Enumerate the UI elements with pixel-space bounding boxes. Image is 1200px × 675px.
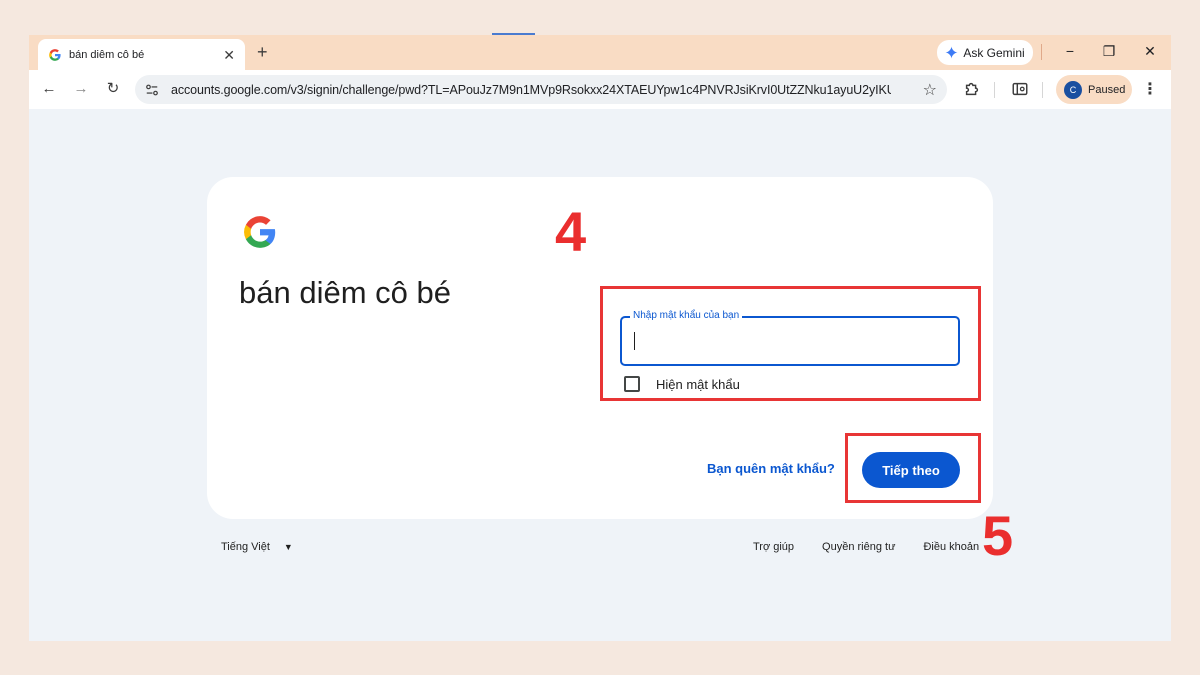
tabstrip-divider [1041,44,1042,60]
browser-menu-icon[interactable]: ⋮ [1142,79,1158,99]
window-close-icon[interactable]: ✕ [1140,41,1160,61]
reload-icon[interactable]: ↻ [103,79,123,99]
profile-avatar: C [1064,80,1082,99]
account-name-heading: bán diêm cô bé [239,275,451,310]
dropdown-caret-icon: ▼ [283,542,293,552]
footer-link-terms[interactable]: Điều khoản [923,541,979,553]
ask-gemini-button[interactable]: Ask Gemini [937,40,1033,65]
profile-paused-button[interactable]: C Paused [1056,75,1132,104]
ask-gemini-label: Ask Gemini [963,45,1025,60]
minimize-icon[interactable]: − [1060,41,1080,61]
next-highlight-box [845,433,981,503]
new-tab-button[interactable]: + [257,43,268,61]
footer-links: Trợ giúp Quyền riêng tư Điều khoản [753,541,979,553]
step-number-5: 5 [982,504,1014,567]
url-text[interactable]: accounts.google.com/v3/signin/challenge/… [171,83,891,97]
forward-arrow-icon[interactable]: → [71,79,91,99]
extensions-puzzle-icon[interactable] [963,80,981,98]
browser-window: bán diêm cô bé ✕ + Ask Gemini − ❐ ✕ ← → … [29,35,1171,641]
password-highlight-box [600,286,981,401]
tab-close-icon[interactable]: ✕ [223,48,235,62]
toolbar-divider [994,82,995,98]
forgot-password-link[interactable]: Bạn quên mật khẩu? [707,461,835,476]
site-settings-icon [146,84,158,95]
restore-icon[interactable]: ❐ [1099,41,1119,61]
language-selector[interactable]: Tiếng Việt ▼ [221,541,293,553]
google-logo-icon [244,216,276,248]
bookmark-star-icon[interactable]: ☆ [923,80,937,100]
footer-link-help[interactable]: Trợ giúp [753,541,794,553]
tab-title: bán diêm cô bé [69,48,145,61]
google-favicon-icon [49,48,61,61]
tab-strip: bán diêm cô bé ✕ + Ask Gemini − ❐ ✕ [29,35,1171,70]
reading-mode-icon[interactable] [1011,80,1029,98]
language-label: Tiếng Việt [221,541,270,553]
toolbar-divider-2 [1042,82,1043,98]
tab-signin[interactable]: bán diêm cô bé ✕ [38,39,245,70]
profile-status: Paused [1088,83,1126,96]
step-number-4: 4 [555,200,587,263]
back-arrow-icon[interactable]: ← [39,79,59,99]
browser-toolbar: ← → ↻ accounts.google.com/v3/signin/chal… [29,70,1171,109]
footer-link-privacy[interactable]: Quyền riêng tư [822,541,895,553]
gemini-sparkle-icon [945,46,958,59]
address-bar[interactable]: accounts.google.com/v3/signin/challenge/… [135,75,947,104]
